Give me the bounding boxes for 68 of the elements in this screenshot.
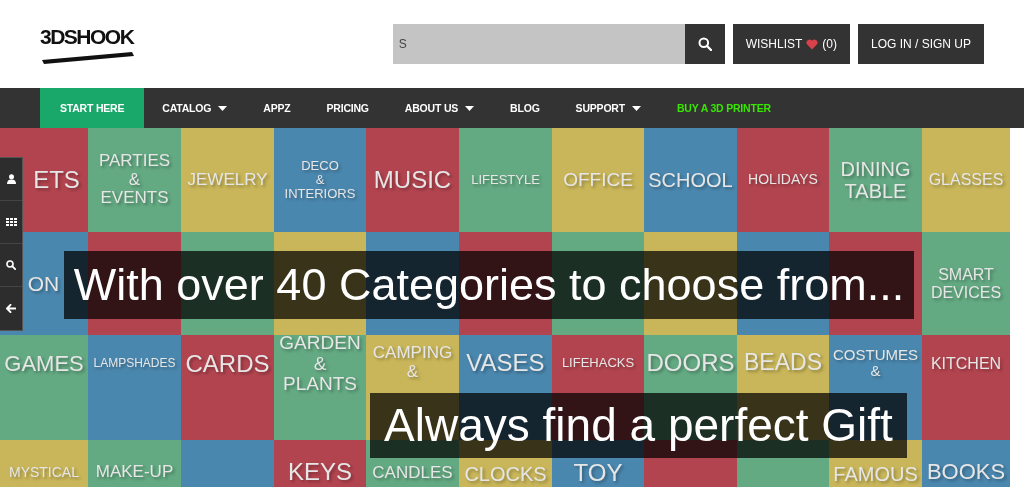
category-tile[interactable]: PARTIES & EVENTS (88, 128, 181, 232)
search-field[interactable]: S (392, 24, 685, 64)
category-tile[interactable]: LIFEHACKS (552, 335, 644, 391)
category-tile[interactable]: CARDS (181, 335, 274, 440)
hero-caption: Always find a perfect Gift (370, 393, 907, 458)
category-tile[interactable]: GARDEN & PLANTS (274, 335, 366, 440)
category-tile[interactable]: KEYS (274, 440, 366, 487)
caret-icon (218, 105, 228, 111)
category-tile[interactable] (552, 232, 644, 249)
search-icon (697, 37, 712, 51)
category-tile[interactable]: SMART DEVICES (922, 232, 1010, 335)
nav-link[interactable]: BUY A 3D PRINTER (658, 88, 789, 128)
category-tile[interactable]: DOORS (644, 335, 737, 391)
category-tile[interactable] (366, 232, 459, 249)
category-tile[interactable]: CAMPING & (366, 335, 459, 391)
category-tile[interactable]: DINING TABLE (829, 128, 922, 232)
category-tile[interactable] (88, 232, 181, 249)
category-tile[interactable]: MAKE-UP (88, 440, 181, 487)
category-tile[interactable]: OFFICE (552, 128, 644, 232)
category-tile[interactable]: FAMOUS (829, 460, 922, 487)
category-tile[interactable]: KITCHEN (922, 335, 1010, 440)
category-tile[interactable]: BEADS (737, 335, 829, 391)
category-tile[interactable]: SCHOOL (644, 128, 737, 232)
nav-link[interactable]: APPZ (245, 88, 309, 128)
nav-link[interactable]: BLOG (492, 88, 558, 128)
category-tile[interactable]: COSTUMES & (829, 335, 922, 391)
category-tile[interactable]: LAMPSHADES (88, 335, 181, 440)
category-tile[interactable] (274, 232, 366, 249)
category-tile[interactable]: MYSTICAL (0, 440, 88, 487)
category-tile[interactable] (181, 232, 274, 249)
search-icon (6, 260, 16, 270)
arrow-left-icon (6, 304, 16, 313)
nav-link[interactable]: ABOUT US (386, 88, 493, 128)
heart-icon (806, 38, 819, 50)
category-tile[interactable] (644, 460, 737, 487)
search-button[interactable] (684, 24, 725, 64)
category-tile[interactable] (829, 232, 922, 249)
category-tile[interactable]: CLOCKS (459, 460, 552, 487)
nav-link[interactable]: PRICING (308, 88, 387, 128)
caret-icon (465, 105, 475, 111)
caret-icon (631, 105, 641, 111)
category-tile[interactable]: GLASSES (922, 128, 1010, 232)
nav-link[interactable]: START HERE (40, 88, 145, 128)
grid-icon (5, 218, 17, 226)
nav-link[interactable]: CATALOG (144, 88, 246, 128)
login-button[interactable]: LOG IN / SIGN UP (857, 24, 984, 64)
category-tile[interactable] (181, 440, 274, 487)
wishlist-button[interactable]: WISHLIST (0) (732, 24, 850, 64)
category-tile[interactable]: BOOKS (922, 440, 1010, 487)
category-tile[interactable]: GAMES (0, 336, 88, 440)
category-tile[interactable]: LIFESTYLE (459, 128, 552, 232)
hero-caption: With over 40 Categories to choose from... (64, 251, 914, 319)
category-tile[interactable] (459, 232, 552, 249)
category-tile[interactable]: MUSIC (366, 128, 459, 232)
category-tile[interactable] (644, 232, 737, 249)
category-tile[interactable]: JEWELRY (181, 128, 274, 232)
nav-link[interactable]: SUPPORT (557, 88, 659, 128)
category-tile[interactable]: CANDLES (366, 460, 459, 487)
user-icon (6, 174, 16, 184)
category-tile[interactable]: ON (25, 232, 62, 335)
category-tile[interactable]: VASES (459, 335, 552, 391)
category-tile[interactable]: DECO & INTERIORS (274, 128, 366, 232)
category-tile[interactable] (737, 460, 829, 487)
category-tile[interactable]: HOLIDAYS (737, 128, 829, 232)
logo[interactable]: 3DSHOOK (40, 24, 136, 64)
category-tile[interactable]: ETS (25, 128, 88, 232)
category-tile[interactable] (737, 232, 829, 249)
category-tile[interactable]: TOY (552, 460, 644, 487)
